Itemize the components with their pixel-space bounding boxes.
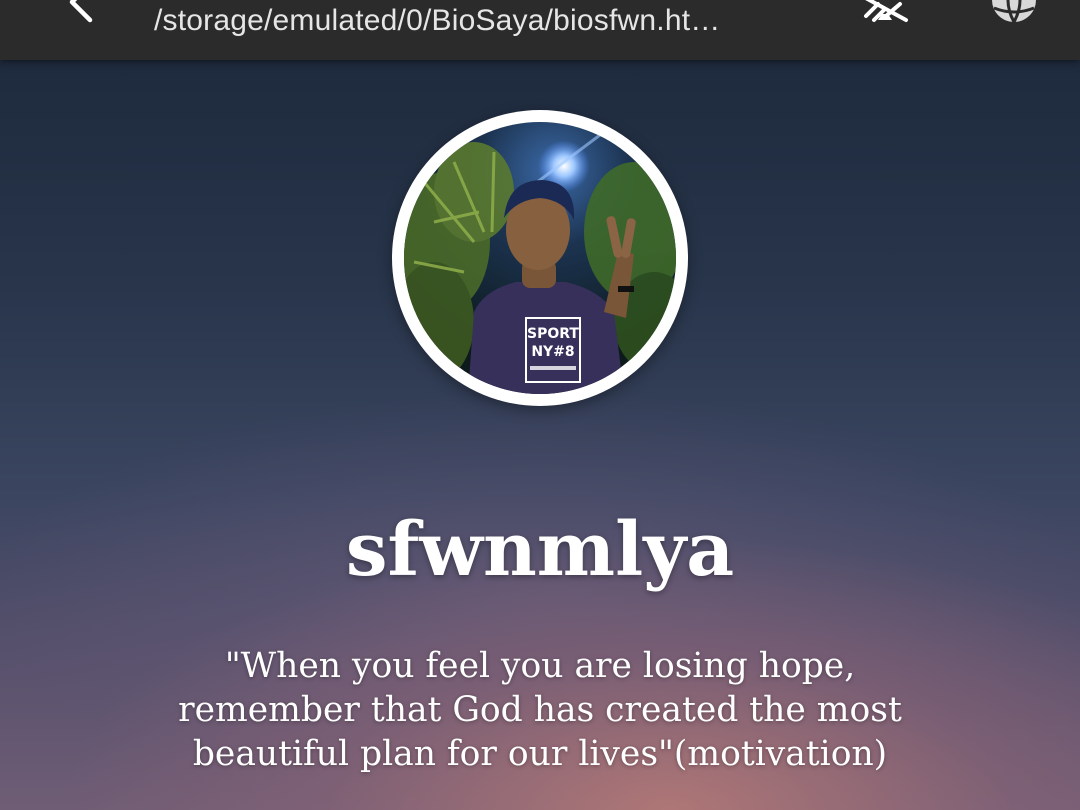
profile-page: SPORT NY#8 sfwnmlya "When you feel you a…	[0, 60, 1080, 810]
no-signal-satellite-icon	[864, 0, 908, 22]
quote-line: "When you feel you are losing hope,	[224, 646, 856, 686]
shirt-text-1: SPORT	[527, 326, 579, 342]
bio-quote: "When you feel you are losing hope, reme…	[140, 644, 940, 776]
browser-toolbar: /storage/emulated/0/BioSaya/biosfwn.ht…	[0, 0, 1080, 60]
satellite-button[interactable]	[856, 0, 912, 26]
profile-name: sfwnmlya	[345, 507, 735, 593]
quote-line: beautiful plan for our lives"(motivation…	[192, 734, 888, 774]
url-text[interactable]: /storage/emulated/0/BioSaya/biosfwn.ht…	[154, 3, 720, 39]
shirt-text-2: NY#8	[531, 344, 574, 360]
back-button[interactable]	[58, 0, 102, 24]
globe-button[interactable]	[986, 0, 1042, 26]
chevron-left-icon	[69, 0, 93, 23]
avatar[interactable]: SPORT NY#8	[392, 110, 688, 406]
profile-photo: SPORT NY#8	[404, 122, 676, 394]
quote-line: remember that God has created the most	[178, 690, 902, 730]
globe-icon	[992, 0, 1036, 23]
